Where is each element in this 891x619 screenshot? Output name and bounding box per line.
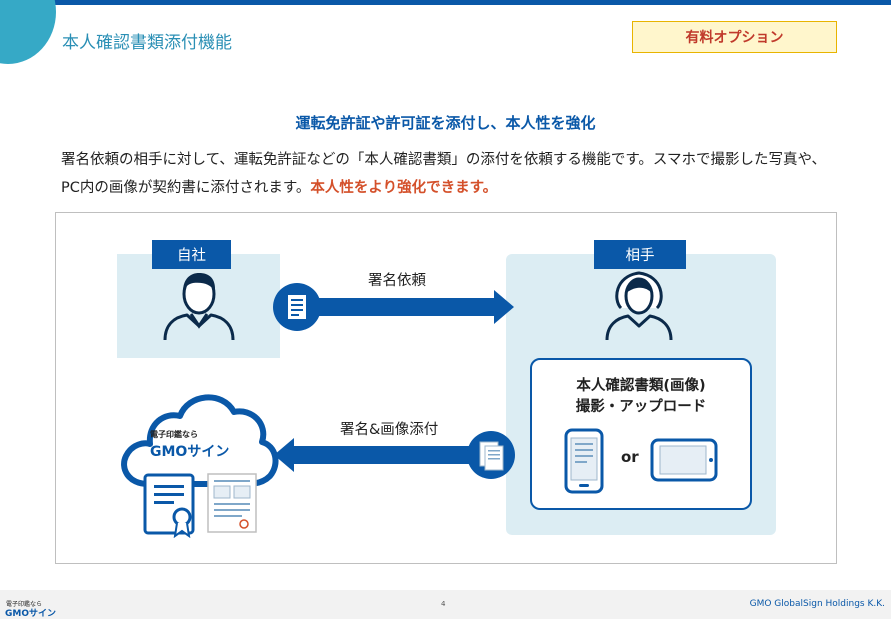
other-party-tag: 相手 xyxy=(594,240,686,269)
gmo-sign-logo: GMOサイン xyxy=(150,444,230,460)
headline: 運転免許証や許可証を添付し、本人性を強化 xyxy=(295,114,596,132)
return-arrow xyxy=(274,438,474,472)
or-label: or xyxy=(621,448,639,466)
id-documents-subtitle: 撮影・アップロード xyxy=(575,399,707,415)
document-stack-icon xyxy=(467,431,515,479)
footer-logo: GMOサイン xyxy=(5,609,56,619)
document-icon xyxy=(273,283,321,331)
certificate-icon xyxy=(143,473,195,538)
self-tag: 自社 xyxy=(152,240,231,269)
id-documents-title: 本人確認書類(画像) xyxy=(576,378,706,394)
attached-document-icon xyxy=(207,473,257,533)
man-avatar-icon xyxy=(163,273,235,341)
company-name: GMO GlobalSign Holdings K.K. xyxy=(749,599,885,609)
smartphone-icon xyxy=(564,428,604,494)
paid-option-badge: 有料オプション xyxy=(632,21,837,53)
request-arrow-label: 署名依頼 xyxy=(368,273,426,289)
tablet-icon xyxy=(650,438,718,482)
corner-decoration xyxy=(0,0,56,64)
woman-avatar-icon xyxy=(605,271,673,341)
cloud-small-text: 電子印鑑なら xyxy=(150,430,198,439)
description-emphasis: 本人性をより強化できます。 xyxy=(310,180,498,196)
description: 署名依頼の相手に対して、運転免許証などの「本人確認書類」の添付を依頼する機能です… xyxy=(61,146,841,202)
return-arrow-label: 署名&画像添付 xyxy=(340,422,439,438)
page-title: 本人確認書類添付機能 xyxy=(62,33,232,53)
top-accent-bar xyxy=(0,0,891,5)
page-number: 4 xyxy=(441,600,446,608)
